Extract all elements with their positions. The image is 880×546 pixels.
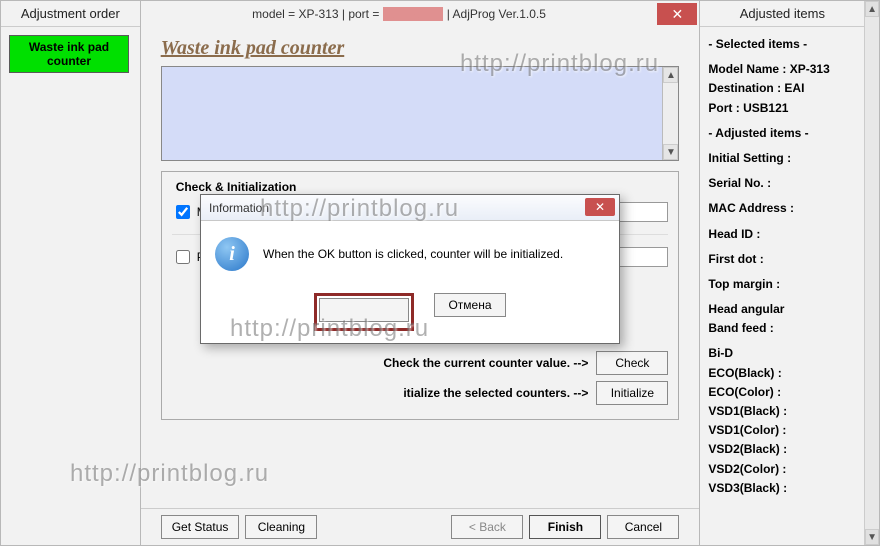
adjusted-items-scrollbar[interactable]: ▲ ▼ <box>864 1 879 545</box>
adjusted-items-header: Adjusted items <box>700 1 864 27</box>
adjusted-item-line: Bi-D <box>708 344 860 363</box>
scroll-up-icon[interactable]: ▲ <box>663 67 678 83</box>
adjusted-items-panel: Adjusted items - Selected items - Model … <box>699 1 879 545</box>
adjusted-item-line: - Selected items - <box>708 35 860 54</box>
bottom-toolbar: Get Status Cleaning < Back Finish Cancel <box>141 508 700 545</box>
window-close-button[interactable]: ✕ <box>657 3 697 25</box>
adjusted-item-line: First dot : <box>708 250 860 269</box>
waste-ink-pad-counter-button[interactable]: Waste ink pad counter <box>9 35 129 73</box>
adjusted-item-line: VSD1(Black) : <box>708 402 860 421</box>
check-button[interactable]: Check <box>596 351 668 375</box>
platen-pad-checkbox[interactable] <box>176 250 190 264</box>
adjustment-order-header: Adjustment order <box>1 1 140 27</box>
window-title: model = XP-313 | port = USB001 | AdjProg… <box>141 7 658 21</box>
ok-button-highlight <box>314 293 414 331</box>
adjusted-item-line: Serial No. : <box>708 174 860 193</box>
adjusted-item-line: VSD2(Color) : <box>708 460 860 479</box>
waste-btn-line1: Waste ink pad <box>12 40 126 54</box>
initialize-button[interactable]: Initialize <box>596 381 668 405</box>
scroll-up-icon[interactable]: ▲ <box>865 1 879 17</box>
log-scrollbar[interactable]: ▲ ▼ <box>662 67 678 160</box>
adjusted-item-line: Destination : EAI <box>708 79 860 98</box>
adjusted-item-line: VSD1(Color) : <box>708 421 860 440</box>
cancel-button[interactable]: Cancel <box>607 515 679 539</box>
scroll-down-icon[interactable]: ▼ <box>663 144 678 160</box>
adjusted-items-list: - Selected items - Model Name : XP-313De… <box>700 27 864 545</box>
check-label: Check the current counter value. --> <box>383 356 588 370</box>
main-pad-checkbox[interactable] <box>176 205 190 219</box>
adjusted-item-line: Head angular <box>708 300 860 319</box>
adjusted-item-line: MAC Address : <box>708 199 860 218</box>
waste-btn-line2: counter <box>12 54 126 68</box>
section-title: Waste ink pad counter <box>161 37 680 60</box>
adjustment-order-panel: Adjustment order Waste ink pad counter <box>1 1 141 545</box>
adjusted-item-line: Head ID : <box>708 225 860 244</box>
adjusted-item-line: VSD2(Black) : <box>708 440 860 459</box>
adjusted-item-line: - Adjusted items - <box>708 124 860 143</box>
window-title-bar: model = XP-313 | port = USB001 | AdjProg… <box>141 1 700 27</box>
initialize-label: itialize the selected counters. --> <box>403 386 588 400</box>
dialog-cancel-button[interactable]: Отмена <box>434 293 506 317</box>
fieldset-legend: Check & Initialization <box>172 180 301 194</box>
get-status-button[interactable]: Get Status <box>161 515 240 539</box>
dialog-title-bar[interactable]: Information ✕ <box>201 195 619 221</box>
adjusted-item-line: Band feed : <box>708 319 860 338</box>
adjusted-item-line: Port : USB121 <box>708 99 860 118</box>
dialog-message: When the OK button is clicked, counter w… <box>263 247 563 261</box>
dialog-ok-button[interactable] <box>319 298 409 322</box>
adjusted-item-line: ECO(Black) : <box>708 364 860 383</box>
dialog-title: Information <box>209 201 269 215</box>
finish-button[interactable]: Finish <box>529 515 601 539</box>
adjusted-item-line: Top margin : <box>708 275 860 294</box>
adjusted-item-line: Model Name : XP-313 <box>708 60 860 79</box>
scroll-down-icon[interactable]: ▼ <box>865 529 879 545</box>
dialog-close-button[interactable]: ✕ <box>585 198 615 216</box>
adjusted-item-line: ECO(Color) : <box>708 383 860 402</box>
cleaning-button[interactable]: Cleaning <box>245 515 317 539</box>
information-dialog: Information ✕ i When the OK button is cl… <box>200 194 620 344</box>
log-textbox[interactable]: ▲ ▼ <box>161 66 680 161</box>
adjusted-item-line: Initial Setting : <box>708 149 860 168</box>
information-icon: i <box>215 237 249 271</box>
back-button[interactable]: < Back <box>451 515 523 539</box>
adjusted-item-line: VSD3(Black) : <box>708 479 860 498</box>
